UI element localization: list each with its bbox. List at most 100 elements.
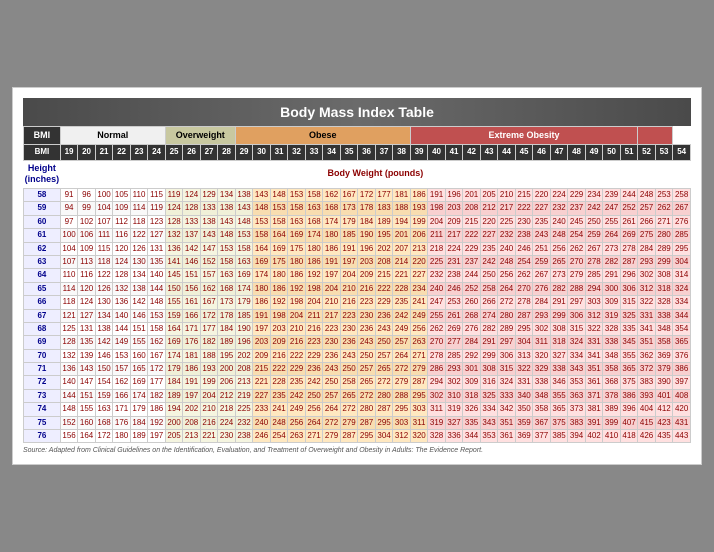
weight-cell: 130	[130, 255, 148, 268]
weight-cell: 177	[375, 189, 393, 202]
weight-cell: 227	[480, 229, 498, 242]
weight-cell: 228	[393, 282, 411, 295]
weight-cell: 216	[270, 349, 288, 362]
weight-cell: 147	[78, 376, 96, 389]
weight-cell: 201	[463, 189, 481, 202]
weight-cell: 135	[78, 336, 96, 349]
weight-cell: 208	[375, 255, 393, 268]
weight-cell: 174	[165, 349, 183, 362]
weight-cell: 294	[585, 282, 603, 295]
height-cell: 64	[24, 269, 61, 282]
weight-cell: 203	[445, 202, 463, 215]
weight-cell: 126	[95, 282, 113, 295]
weight-cell: 266	[480, 296, 498, 309]
weight-cell: 180	[253, 282, 271, 295]
weight-cell: 243	[375, 322, 393, 335]
weight-cell: 121	[60, 309, 78, 322]
weight-cell: 240	[550, 215, 568, 228]
height-cell: 61	[24, 229, 61, 242]
weight-cell: 213	[235, 376, 253, 389]
weight-cell: 152	[200, 255, 218, 268]
height-cell: 74	[24, 403, 61, 416]
weight-cell: 227	[533, 202, 551, 215]
weight-cell: 443	[673, 430, 691, 443]
weight-cell: 221	[200, 430, 218, 443]
weight-cell: 255	[428, 309, 446, 322]
weight-cell: 164	[253, 242, 271, 255]
weight-cell: 242	[288, 389, 306, 402]
weight-cell: 259	[533, 255, 551, 268]
weight-cell: 192	[288, 282, 306, 295]
height-cell: 76	[24, 430, 61, 443]
weight-cell: 252	[463, 282, 481, 295]
weight-cell: 133	[200, 202, 218, 215]
weight-cell: 168	[323, 202, 341, 215]
weight-cell: 104	[60, 242, 78, 255]
source-text: Source: Adapted from Clinical Guidelines…	[23, 447, 691, 454]
weight-cell: 225	[498, 215, 516, 228]
weight-cell: 247	[428, 296, 446, 309]
weight-cell: 402	[585, 430, 603, 443]
weight-cell: 162	[323, 189, 341, 202]
weight-cell: 333	[498, 389, 516, 402]
weight-cell: 200	[165, 416, 183, 429]
weight-cell: 230	[340, 322, 358, 335]
weight-cell: 216	[358, 282, 376, 295]
weight-cell: 270	[428, 336, 446, 349]
weight-cell: 293	[638, 255, 656, 268]
weight-cell: 371	[585, 389, 603, 402]
weight-cell: 252	[620, 202, 638, 215]
weight-cell: 335	[620, 322, 638, 335]
weight-cell: 197	[183, 389, 201, 402]
weight-cell: 235	[270, 389, 288, 402]
weight-cell: 322	[585, 322, 603, 335]
weight-cell: 324	[498, 376, 516, 389]
weight-cell: 351	[638, 336, 656, 349]
height-cell: 69	[24, 336, 61, 349]
table-row: 7515216016817618419220020821622423224024…	[24, 416, 691, 429]
weight-cell: 102	[78, 215, 96, 228]
weight-cell: 217	[445, 229, 463, 242]
weight-cell: 368	[603, 376, 621, 389]
weight-cell: 383	[638, 376, 656, 389]
weight-cell: 181	[183, 349, 201, 362]
weight-cell: 180	[270, 269, 288, 282]
weight-cell: 179	[340, 215, 358, 228]
weight-cell: 278	[428, 349, 446, 362]
weight-cell: 267	[673, 202, 691, 215]
weight-cell: 180	[323, 229, 341, 242]
weight-cell: 239	[603, 189, 621, 202]
weight-cell: 272	[375, 376, 393, 389]
weight-cell: 184	[218, 322, 236, 335]
weight-cell: 163	[218, 269, 236, 282]
weight-cell: 169	[253, 255, 271, 268]
weight-cell: 118	[130, 215, 148, 228]
weight-cell: 245	[568, 215, 586, 228]
weight-cell: 135	[148, 255, 166, 268]
weight-cell: 143	[218, 215, 236, 228]
weight-cell: 222	[463, 229, 481, 242]
weight-cell: 142	[183, 242, 201, 255]
weight-cell: 128	[165, 215, 183, 228]
weight-cell: 257	[638, 202, 656, 215]
weight-cell: 223	[323, 322, 341, 335]
weight-cell: 158	[253, 229, 271, 242]
weight-cell: 291	[550, 296, 568, 309]
weight-cell: 186	[148, 403, 166, 416]
weight-cell: 158	[305, 189, 323, 202]
weight-cell: 99	[78, 202, 96, 215]
height-cell: 62	[24, 242, 61, 255]
weight-cell: 107	[95, 215, 113, 228]
weight-cell: 94	[60, 202, 78, 215]
weight-cell: 287	[410, 376, 428, 389]
weight-cell: 210	[340, 282, 358, 295]
weight-cell: 308	[655, 269, 673, 282]
weight-cell: 264	[323, 403, 341, 416]
weight-cell: 222	[288, 349, 306, 362]
weight-cell: 328	[428, 430, 446, 443]
weight-cell: 282	[480, 322, 498, 335]
weight-cell: 139	[78, 349, 96, 362]
weight-cell: 114	[130, 202, 148, 215]
weight-cell: 336	[445, 430, 463, 443]
weight-cell: 118	[95, 255, 113, 268]
